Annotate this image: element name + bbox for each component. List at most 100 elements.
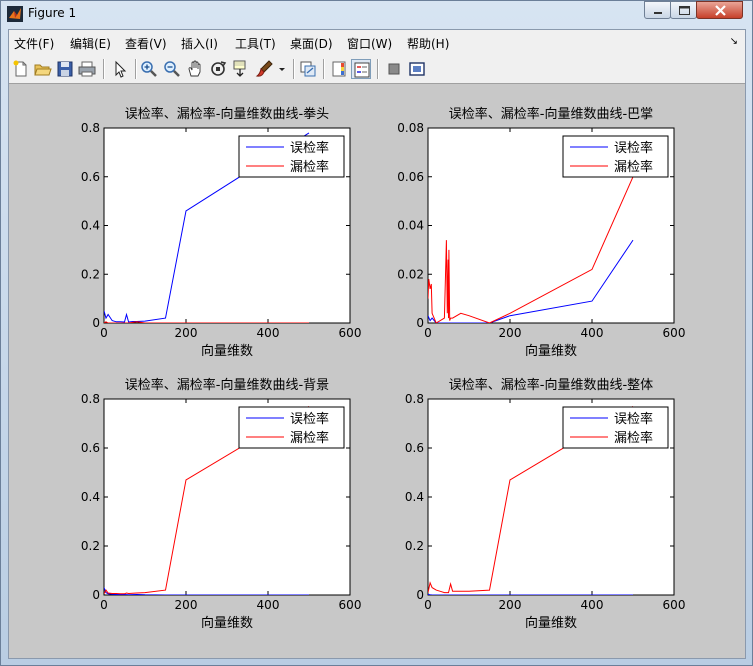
y-tick-label: 0.6 (81, 441, 100, 455)
y-tick-label: 0.4 (81, 490, 100, 504)
y-tick-label: 0 (416, 316, 424, 330)
x-tick-label: 0 (424, 326, 432, 340)
series-line-false-detection (428, 594, 633, 595)
x-tick-label: 200 (499, 598, 522, 612)
toolbar-separator (103, 59, 105, 79)
x-tick-label: 600 (339, 598, 362, 612)
matlab-logo-icon (7, 6, 23, 22)
plot-title: 误检率、漏检率-向量维数曲线-拳头 (125, 106, 329, 122)
toolbar-separator (135, 59, 137, 79)
menu-window[interactable]: 窗口(W) (347, 35, 392, 52)
data-cursor-icon[interactable] (231, 59, 251, 79)
print-icon[interactable] (77, 59, 97, 79)
y-tick-label: 0.4 (405, 490, 424, 504)
colorbar-icon[interactable] (329, 59, 349, 79)
x-axis-label: 向量维数 (525, 343, 577, 359)
plot-title: 误检率、漏检率-向量维数曲线-背景 (125, 377, 329, 393)
edit-plot-arrow-icon[interactable] (109, 59, 129, 79)
pan-hand-icon[interactable] (185, 59, 205, 79)
y-tick-label: 0.2 (81, 267, 100, 281)
x-axis-label: 向量维数 (201, 615, 253, 631)
show-plot-tools-icon[interactable] (407, 59, 427, 79)
figure-window: Figure 1 文件(F) 编辑(E) 查看(V) 插入(I) 工具(T) 桌… (0, 0, 753, 666)
y-tick-label: 0.04 (397, 219, 424, 233)
x-tick-label: 200 (175, 326, 198, 340)
x-tick-label: 200 (175, 598, 198, 612)
x-tick-label: 600 (663, 598, 686, 612)
menu-bar: 文件(F) 编辑(E) 查看(V) 插入(I) 工具(T) 桌面(D) 窗口(W… (9, 30, 745, 55)
legend-label: 漏检率 (614, 159, 653, 175)
y-tick-label: 0.2 (405, 539, 424, 553)
figure-canvas[interactable]: 误检率、漏检率-向量维数曲线-拳头 向量维数 0 200 400 600 0 0.2 0.4 0.… (9, 84, 745, 658)
x-tick-label: 400 (581, 326, 604, 340)
x-tick-label: 400 (257, 598, 280, 612)
save-icon[interactable] (55, 59, 75, 79)
plot-title: 误检率、漏检率-向量维数曲线-巴掌 (449, 106, 653, 122)
toolbar-separator (293, 59, 295, 79)
legend-label: 漏检率 (290, 159, 329, 175)
menu-insert[interactable]: 插入(I) (181, 35, 218, 52)
toolbar-separator (377, 59, 379, 79)
title-bar[interactable]: Figure 1 (1, 1, 752, 27)
close-icon (715, 5, 726, 16)
y-tick-label: 0 (92, 316, 100, 330)
brush-dropdown-icon[interactable] (277, 59, 287, 79)
x-tick-label: 200 (499, 326, 522, 340)
zoom-in-icon[interactable] (139, 59, 159, 79)
x-axis-label: 向量维数 (525, 615, 577, 631)
figure-toolbar (9, 55, 745, 84)
x-axis-label: 向量维数 (201, 343, 253, 359)
legend-label: 误检率 (290, 140, 329, 156)
menu-help[interactable]: 帮助(H) (407, 35, 449, 52)
y-tick-label: 0.2 (81, 539, 100, 553)
legend-label: 误检率 (614, 411, 653, 427)
menu-file[interactable]: 文件(F) (14, 35, 54, 52)
subplots-svg: 误检率、漏检率-向量维数曲线-拳头向量维数 0 200 400 600 0 0.2 0.4 0.… (81, 106, 686, 631)
y-tick-label: 0.8 (81, 392, 100, 406)
subplot-3: 误检率、漏检率-向量维数曲线-背景向量维数 0 200 400 600 0 0.2 0.4 0.… (81, 377, 362, 631)
open-file-icon[interactable] (33, 59, 53, 79)
new-figure-icon[interactable] (11, 59, 31, 79)
x-tick-label: 0 (424, 598, 432, 612)
legend-icon[interactable] (351, 59, 371, 79)
x-tick-label: 400 (257, 326, 280, 340)
link-plot-icon[interactable] (298, 59, 318, 79)
y-tick-label: 0.02 (397, 267, 424, 281)
x-tick-label: 0 (100, 598, 108, 612)
menu-desktop[interactable]: 桌面(D) (290, 35, 333, 52)
plot-title: 误检率、漏检率-向量维数曲线-整体 (449, 377, 653, 393)
subplot-2: 误检率、漏检率-向量维数曲线-巴掌向量维数 0 200 400 600 0 0.02 0.04… (397, 106, 685, 359)
maximize-button[interactable] (670, 1, 697, 19)
subplot-4: 误检率、漏检率-向量维数曲线-整体向量维数 0 200 400 600 0 0.2 0.4 0.… (405, 377, 686, 631)
legend-label: 误检率 (614, 140, 653, 156)
y-tick-label: 0 (92, 588, 100, 602)
brush-icon[interactable] (255, 59, 275, 79)
window-title: Figure 1 (28, 6, 77, 20)
y-tick-label: 0.06 (397, 170, 424, 184)
menu-tools[interactable]: 工具(T) (235, 35, 276, 52)
close-button[interactable] (696, 1, 743, 19)
figure-client-area: 文件(F) 编辑(E) 查看(V) 插入(I) 工具(T) 桌面(D) 窗口(W… (8, 29, 746, 659)
y-tick-label: 0.6 (405, 441, 424, 455)
hide-plot-tools-icon[interactable] (384, 59, 404, 79)
y-tick-label: 0.4 (81, 219, 100, 233)
x-tick-label: 400 (581, 598, 604, 612)
y-tick-label: 0 (416, 588, 424, 602)
minimize-icon (654, 12, 662, 14)
legend-label: 漏检率 (614, 430, 653, 446)
menu-dock-arrow-icon[interactable]: ↘ (730, 36, 738, 47)
y-tick-label: 0.08 (397, 121, 424, 135)
x-tick-label: 600 (663, 326, 686, 340)
maximize-icon (679, 6, 690, 15)
rotate-3d-icon[interactable] (208, 59, 228, 79)
legend-label: 漏检率 (290, 430, 329, 446)
minimize-button[interactable] (644, 1, 671, 19)
y-tick-label: 0.8 (81, 121, 100, 135)
menu-view[interactable]: 查看(V) (125, 35, 167, 52)
x-tick-label: 0 (100, 326, 108, 340)
x-tick-label: 600 (339, 326, 362, 340)
y-tick-label: 0.6 (81, 170, 100, 184)
y-tick-label: 0.8 (405, 392, 424, 406)
menu-edit[interactable]: 编辑(E) (70, 35, 111, 52)
zoom-out-icon[interactable] (162, 59, 182, 79)
